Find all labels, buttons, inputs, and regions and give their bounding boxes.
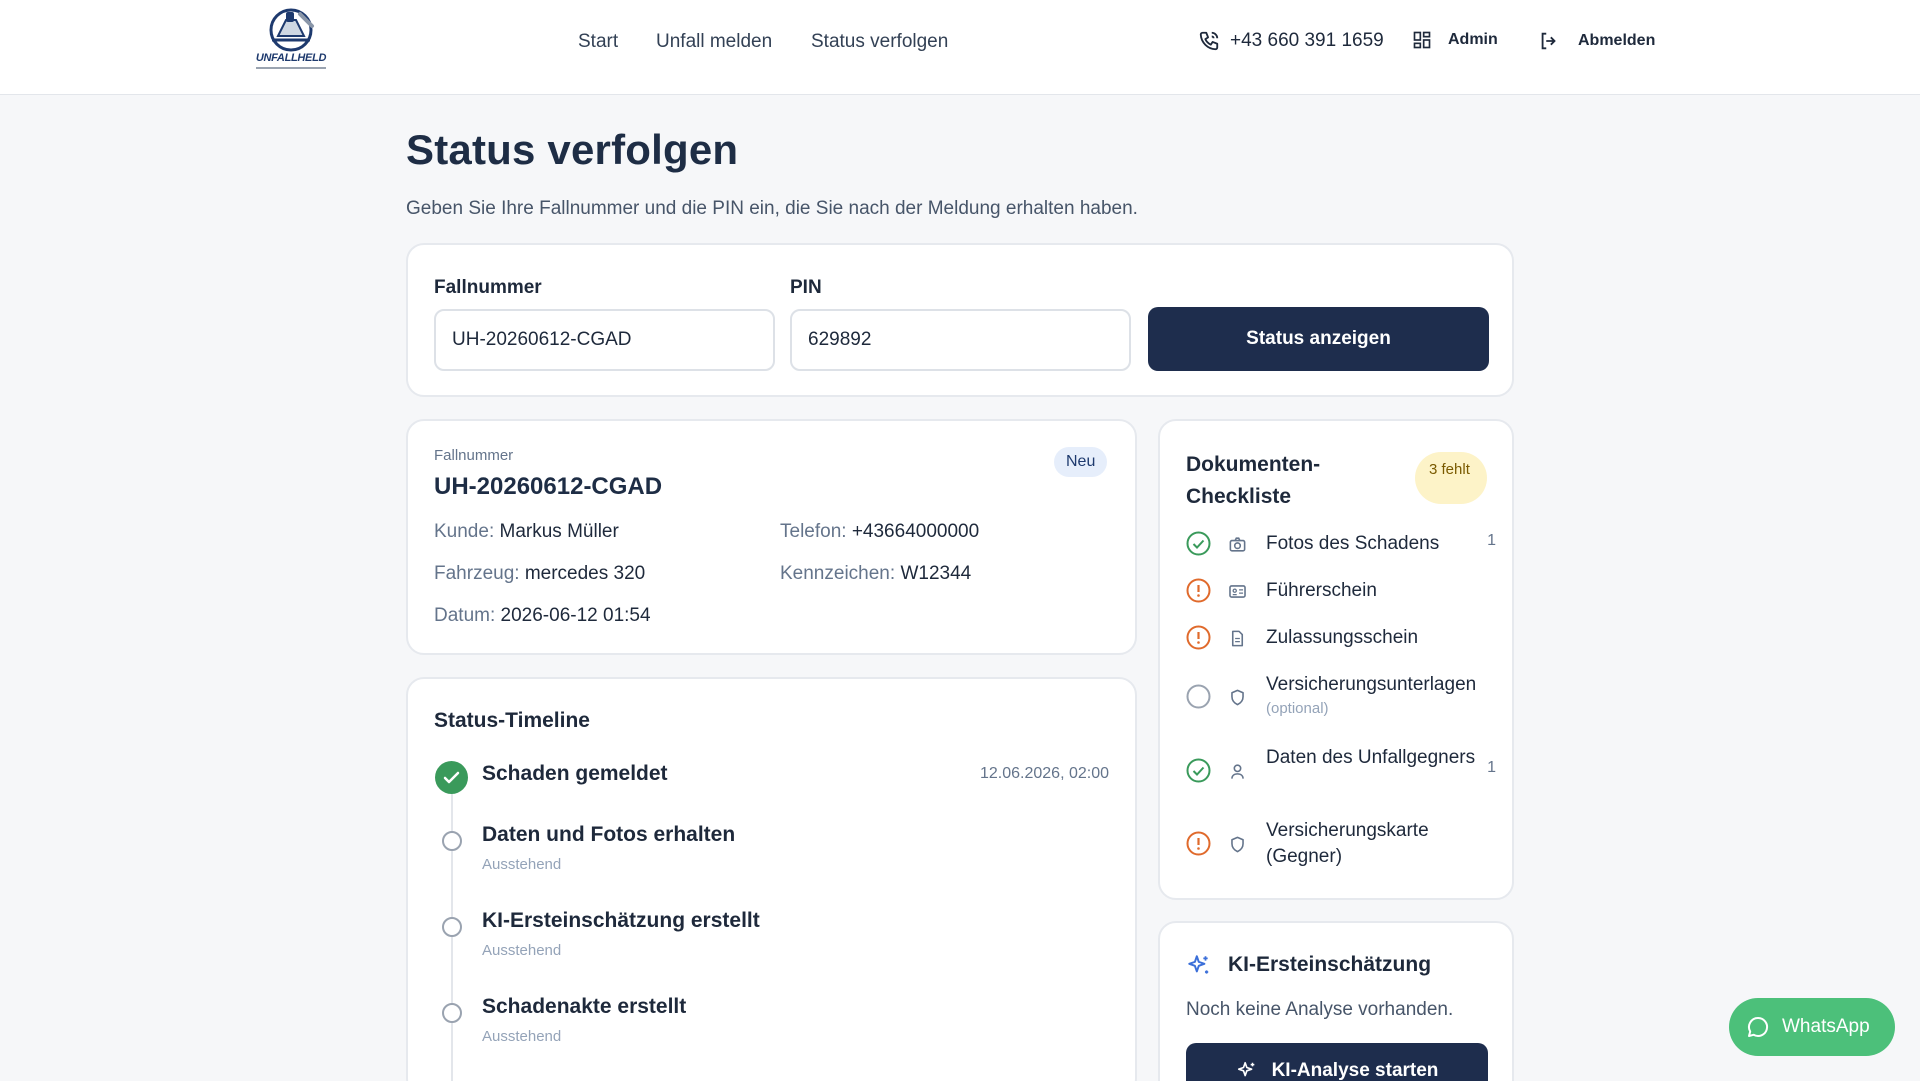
user-icon — [1231, 764, 1244, 779]
lookup-form: Fallnummer UH-20260612-CGAD PIN 629892 S… — [406, 243, 1514, 397]
case-number-input[interactable]: UH-20260612-CGAD — [434, 309, 775, 371]
check-icon — [443, 771, 460, 784]
phone-icon — [1199, 31, 1219, 51]
plate-value: W12344 — [900, 563, 972, 584]
checklist-label: Versicherungskarte (Gegner) — [1266, 820, 1429, 867]
step-pending-icon — [442, 831, 462, 851]
whatsapp-button[interactable]: WhatsApp — [1729, 998, 1895, 1056]
customer-value: Markus Müller — [499, 521, 619, 542]
admin-link[interactable]: Admin — [1412, 30, 1498, 50]
step-status: Ausstehend — [482, 856, 562, 873]
page-title: Status verfolgen — [406, 126, 739, 173]
start-ai-analysis-button[interactable]: KI-Analyse starten — [1186, 1043, 1488, 1081]
phone-number: +43 660 391 1659 — [1230, 30, 1384, 51]
vehicle-field: Fahrzeug: mercedes 320 — [434, 563, 645, 585]
check-circle-icon — [1186, 758, 1211, 783]
sparkles-icon — [1237, 1061, 1254, 1077]
checklist-label: Daten des Unfallgegners — [1266, 747, 1476, 768]
checklist-title: Dokumenten-Checkliste — [1186, 453, 1321, 508]
status-timeline-card: Status-Timeline Schaden gemeldet 12.06.2… — [406, 677, 1137, 1081]
case-number-label: Fallnummer — [434, 277, 542, 298]
step-status: Ausstehend — [482, 942, 562, 959]
phone-field: Telefon: +43664000000 — [780, 521, 979, 543]
logo-mark-icon — [269, 8, 314, 52]
step-name: Schadenakte erstellt — [482, 995, 687, 1018]
whatsapp-label: WhatsApp — [1782, 1016, 1870, 1037]
ai-assessment-card: KI-Ersteinschätzung Noch keine Analyse v… — [1158, 921, 1514, 1081]
empty-circle-icon — [1186, 684, 1211, 709]
phone-value: +43664000000 — [851, 521, 980, 542]
step-name: Schaden gemeldet — [482, 762, 668, 785]
shield-icon — [1231, 836, 1244, 853]
customer-field: Kunde: Markus Müller — [434, 521, 619, 543]
step-name: KI-Ersteinschätzung erstellt — [482, 909, 760, 932]
optional-note: (optional) — [1266, 700, 1329, 717]
case-number: UH-20260612-CGAD — [434, 473, 663, 500]
logo[interactable]: UNFALLHELD — [250, 6, 332, 74]
alert-circle-icon — [1186, 831, 1211, 856]
phone-link[interactable]: +43 660 391 1659 — [1198, 30, 1384, 52]
top-header: UNFALLHELD Start Unfall melden Status ve… — [0, 0, 1920, 95]
alert-circle-icon — [1186, 578, 1211, 603]
status-badge: Neu — [1054, 447, 1108, 477]
chat-bubble-icon — [1748, 1016, 1769, 1037]
page-description: Geben Sie Ihre Fallnummer und die PIN ei… — [406, 198, 1138, 219]
alert-circle-icon — [1186, 625, 1211, 650]
checklist-label: Versicherungsunterlagen (optional) — [1266, 672, 1491, 720]
phone-label: Telefon: — [780, 521, 847, 542]
step-pending-icon — [442, 917, 462, 937]
case-info-card: Fallnummer UH-20260612-CGAD Neu Kunde: M… — [406, 419, 1137, 655]
nav-start[interactable]: Start — [578, 31, 618, 53]
case-number-caption: Fallnummer — [434, 447, 514, 464]
document-checklist-card: Dokumenten-Checkliste 3 fehlt Fotos des … — [1158, 419, 1514, 900]
nav-status-verfolgen[interactable]: Status verfolgen — [811, 31, 948, 53]
plate-field: Kennzeichen: W12344 — [780, 563, 971, 585]
checklist-count: 1 — [1487, 532, 1496, 549]
document-icon — [1231, 630, 1244, 647]
checklist-label: Fotos des Schadens — [1266, 533, 1440, 554]
timeline-title: Status-Timeline — [434, 709, 590, 732]
sparkles-icon — [1188, 955, 1209, 974]
vehicle-value: mercedes 320 — [524, 563, 646, 584]
camera-icon — [1229, 537, 1246, 552]
step-done-icon — [435, 761, 468, 794]
checklist-label-text: Versicherungsunterlagen — [1266, 674, 1477, 695]
nav-unfall-melden[interactable]: Unfall melden — [656, 31, 772, 53]
logo-underline — [256, 67, 326, 69]
pin-label: PIN — [790, 277, 822, 298]
show-status-button[interactable]: Status anzeigen — [1148, 307, 1489, 371]
check-circle-icon — [1186, 531, 1211, 556]
customer-label: Kunde: — [434, 521, 495, 542]
pin-input[interactable]: 629892 — [790, 309, 1131, 371]
date-label: Datum: — [434, 605, 496, 626]
shield-icon — [1231, 689, 1244, 706]
ai-button-label: KI-Analyse starten — [1271, 1060, 1439, 1081]
logout-label: Abmelden — [1578, 32, 1656, 49]
step-date: 12.06.2026, 02:00 — [979, 765, 1109, 782]
date-value: 2026-06-12 01:54 — [500, 605, 651, 626]
step-pending-icon — [442, 1003, 462, 1023]
ai-description: Noch keine Analyse vorhanden. — [1186, 999, 1454, 1020]
date-field: Datum: 2026-06-12 01:54 — [434, 605, 651, 627]
vehicle-label: Fahrzeug: — [434, 563, 520, 584]
logout-link[interactable]: Abmelden — [1538, 30, 1655, 52]
logo-text: UNFALLHELD — [255, 52, 327, 64]
checklist-count: 1 — [1487, 759, 1496, 776]
checklist-label: Führerschein — [1266, 580, 1377, 601]
logout-icon — [1541, 32, 1556, 50]
admin-label: Admin — [1448, 31, 1498, 48]
ai-title: KI-Ersteinschätzung — [1228, 953, 1432, 976]
step-name: Daten und Fotos erhalten — [482, 823, 736, 846]
checklist-label: Zulassungsschein — [1266, 627, 1419, 648]
plate-label: Kennzeichen: — [780, 563, 896, 584]
step-status: Ausstehend — [482, 1028, 562, 1045]
missing-count-badge: 3 fehlt — [1415, 452, 1487, 504]
id-card-icon — [1229, 585, 1246, 598]
dashboard-icon — [1413, 31, 1431, 49]
